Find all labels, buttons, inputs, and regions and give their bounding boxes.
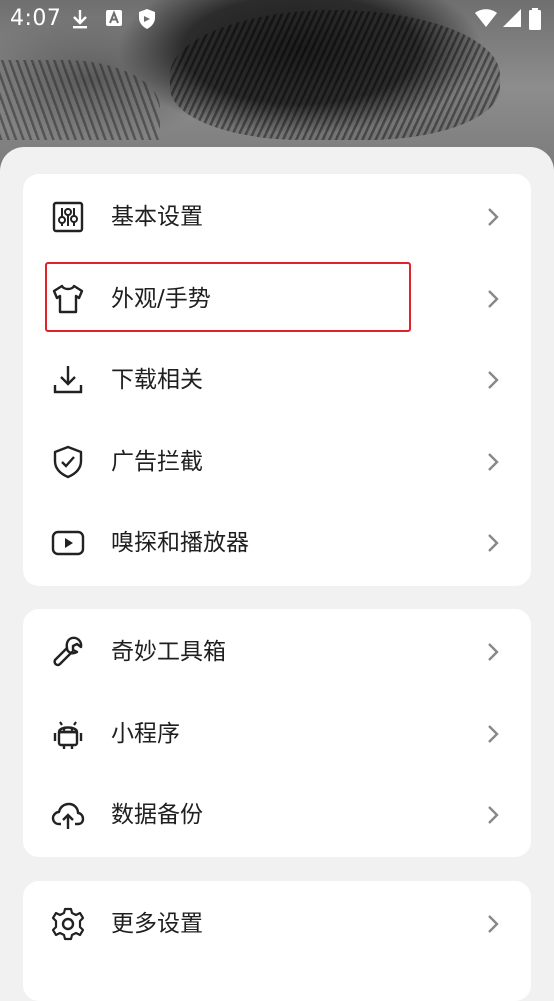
shield-check-icon [53, 445, 83, 479]
chevron-right-icon [488, 534, 499, 552]
menu-item-label: 奇妙工具箱 [111, 639, 226, 665]
font-icon [106, 10, 122, 26]
sliders-icon [52, 201, 84, 233]
menu-item-basic-settings[interactable]: 基本设置 [23, 176, 531, 258]
settings-card-tools: 奇妙工具箱 小程序 数据备份 [23, 609, 531, 857]
menu-item-label: 数据备份 [111, 802, 203, 828]
settings-card-more: 更多设置 [23, 881, 531, 1001]
chevron-right-icon [488, 915, 499, 933]
wrench-icon [53, 636, 83, 667]
menu-item-label: 下载相关 [111, 367, 203, 393]
menu-item-toolbox[interactable]: 奇妙工具箱 [23, 611, 531, 693]
menu-item-label: 基本设置 [111, 204, 203, 230]
menu-item-label: 小程序 [111, 721, 180, 747]
wifi-icon [475, 9, 497, 27]
gear-icon [51, 907, 85, 941]
signal-icon [503, 9, 521, 27]
chevron-right-icon [488, 725, 499, 743]
chevron-right-icon [488, 208, 499, 226]
chevron-right-icon [488, 643, 499, 661]
download-icon [53, 366, 83, 394]
cloud-upload-icon [51, 802, 85, 829]
settings-card-main: 基本设置 外观/手势 下载相关 广告拦截 嗅探和播放器 [23, 174, 531, 586]
youtube-icon [51, 530, 85, 556]
menu-item-label: 嗅探和播放器 [111, 530, 249, 556]
menu-item-more-settings[interactable]: 更多设置 [23, 883, 531, 965]
menu-item-mini-programs[interactable]: 小程序 [23, 693, 531, 775]
battery-icon [529, 8, 541, 30]
photo-hair-texture-left [0, 60, 160, 140]
menu-item-download[interactable]: 下载相关 [23, 339, 531, 421]
chevron-right-icon [488, 806, 499, 824]
menu-item-label: 更多设置 [111, 911, 203, 937]
menu-item-label: 广告拦截 [111, 449, 203, 475]
menu-item-ad-block[interactable]: 广告拦截 [23, 421, 531, 503]
shield-icon [139, 9, 155, 29]
chevron-right-icon [488, 290, 499, 308]
menu-item-data-backup[interactable]: 数据备份 [23, 774, 531, 856]
menu-item-sniffer-player[interactable]: 嗅探和播放器 [23, 502, 531, 584]
chevron-right-icon [488, 453, 499, 471]
status-time: 4:07 [10, 6, 62, 31]
download-icon [73, 10, 87, 29]
android-icon [53, 721, 83, 749]
status-bar: 4:07 [0, 0, 554, 38]
chevron-right-icon [488, 371, 499, 389]
highlight-box [45, 262, 411, 332]
